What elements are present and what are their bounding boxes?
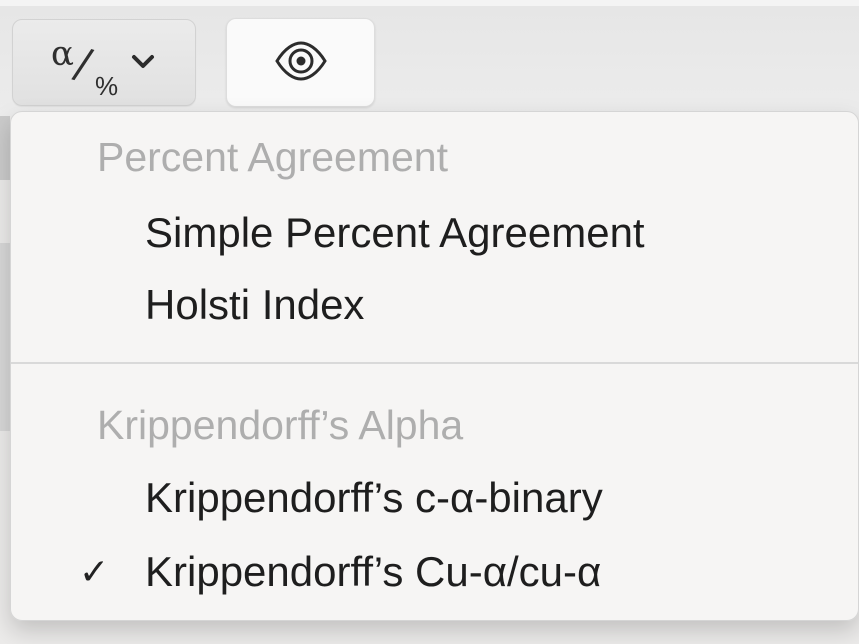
alpha-symbol: α <box>51 34 74 74</box>
alpha-percent-icon: α / % <box>41 31 131 103</box>
menu-item-holsti-index[interactable]: Holsti Index <box>145 281 364 329</box>
eye-icon <box>275 41 327 81</box>
background-window-sliver <box>0 108 10 180</box>
menu-item-krippendorffs-c-alpha-binary[interactable]: Krippendorff’s c-α-binary <box>145 474 603 522</box>
menu-section-header-krippendorffs-alpha: Krippendorff’s Alpha <box>97 402 464 448</box>
slash-symbol: / <box>69 38 97 90</box>
checkmark-icon: ✓ <box>79 551 110 592</box>
agreement-metric-menu: Percent Agreement Simple Percent Agreeme… <box>10 111 859 621</box>
agreement-metric-dropdown-button[interactable]: α / % <box>12 19 196 106</box>
percent-symbol: % <box>95 71 119 101</box>
menu-section-header-percent-agreement: Percent Agreement <box>97 134 448 180</box>
menu-item-krippendorffs-cu-alpha[interactable]: Krippendorff’s Cu-α/cu-α <box>145 548 601 596</box>
background-window-sliver <box>0 243 10 431</box>
menu-divider <box>11 362 858 364</box>
chevron-down-icon <box>132 55 154 68</box>
view-toggle-button[interactable] <box>226 18 375 107</box>
menu-item-simple-percent-agreement[interactable]: Simple Percent Agreement <box>145 209 645 257</box>
toolbar: α / % <box>0 6 859 116</box>
